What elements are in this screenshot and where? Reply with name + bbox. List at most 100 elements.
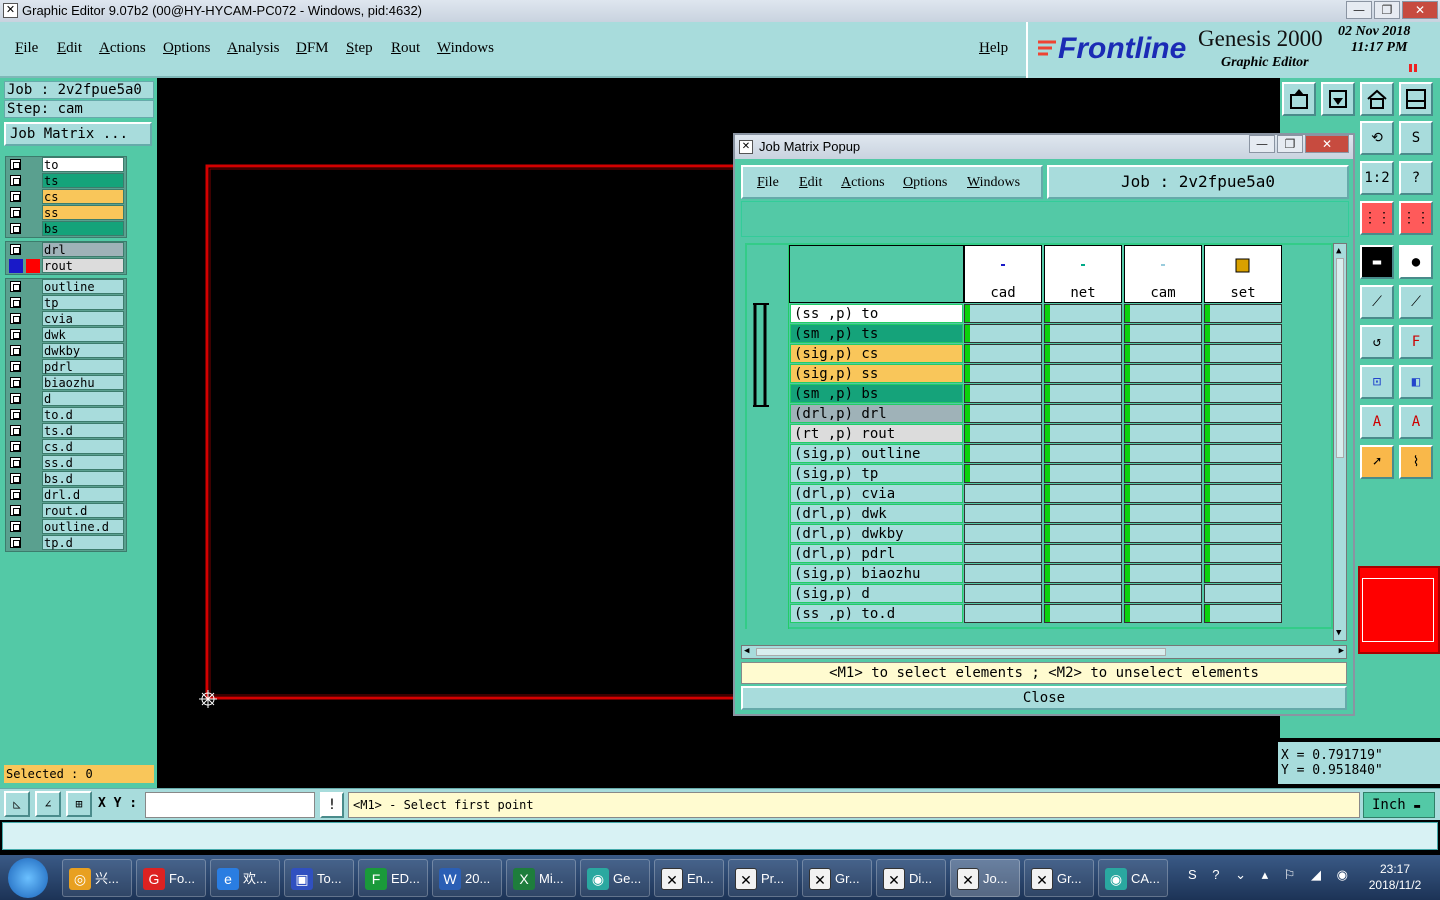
taskbar-item[interactable]: ◉ Ge... <box>580 859 650 897</box>
popup-menu-options[interactable]: Options <box>903 175 947 191</box>
matrix-cell[interactable] <box>1124 564 1202 583</box>
s-curve-tool-icon[interactable]: S <box>1399 121 1433 155</box>
pan-tool-icon[interactable]: ⊡ <box>1360 365 1394 399</box>
layer-name[interactable]: rout <box>42 258 124 273</box>
matrix-cell[interactable] <box>1204 364 1282 383</box>
angle-icon[interactable]: ∠ <box>35 791 61 817</box>
matrix-cell[interactable] <box>1044 444 1122 463</box>
matrix-row[interactable]: (sm ,p) bs <box>747 383 1283 403</box>
matrix-cell[interactable] <box>1044 384 1122 403</box>
undo-tool-icon[interactable]: ⟲ <box>1360 121 1394 155</box>
menu-actions[interactable]: Actions <box>99 40 146 57</box>
matrix-cell[interactable] <box>964 384 1042 403</box>
matrix-cell[interactable] <box>1044 424 1122 443</box>
matrix-cell[interactable] <box>964 304 1042 323</box>
matrix-cell[interactable] <box>1044 324 1122 343</box>
command-line[interactable] <box>2 822 1438 850</box>
layer-checkbox[interactable] <box>10 425 21 436</box>
matrix-layer-label[interactable]: (rt ,p) rout <box>790 424 963 443</box>
layer-row[interactable]: drl.d <box>6 487 126 503</box>
matrix-cell[interactable] <box>1124 524 1202 543</box>
menu-analysis[interactable]: Analysis <box>227 40 280 57</box>
measure-tool-icon[interactable]: A <box>1360 405 1394 439</box>
layer-row[interactable]: ss <box>6 205 126 221</box>
arc-tool-icon[interactable]: ↺ <box>1360 325 1394 359</box>
layer-checkbox[interactable] <box>10 409 21 420</box>
matrix-cell[interactable] <box>1204 324 1282 343</box>
matrix-cell[interactable] <box>1044 344 1122 363</box>
taskbar-item[interactable]: ◉ CA... <box>1098 859 1168 897</box>
layer-checkbox[interactable] <box>10 191 21 202</box>
layer-name[interactable]: drl.d <box>42 487 124 502</box>
save-tool-icon[interactable] <box>1321 82 1355 116</box>
matrix-row[interactable]: (rt ,p) rout <box>747 423 1283 443</box>
shapes-tool-icon[interactable]: ◧ <box>1399 365 1433 399</box>
matrix-cell[interactable] <box>964 364 1042 383</box>
taskbar-item[interactable]: ✕ Gr... <box>802 859 872 897</box>
matrix-cell[interactable] <box>1044 304 1122 323</box>
taskbar-item[interactable]: F ED... <box>358 859 428 897</box>
popup-menu-actions[interactable]: Actions <box>841 175 885 191</box>
matrix-cell[interactable] <box>1204 564 1282 583</box>
step-column-cad[interactable]: cad <box>964 245 1042 303</box>
matrix-cell[interactable] <box>964 444 1042 463</box>
layer-name[interactable]: to <box>42 157 124 172</box>
layer-checkbox[interactable] <box>10 505 21 516</box>
layer-row[interactable]: rout <box>6 258 126 274</box>
taskbar-item[interactable]: ✕ Jo... <box>950 859 1020 897</box>
layer-checkbox[interactable] <box>10 313 21 324</box>
matrix-row[interactable]: (sig,p) cs <box>747 343 1283 363</box>
matrix-cell[interactable] <box>964 404 1042 423</box>
layer-name[interactable]: ts.d <box>42 423 124 438</box>
layer-checkbox[interactable] <box>10 207 21 218</box>
layer-name[interactable]: rout.d <box>42 503 124 518</box>
layer-name[interactable]: bs <box>42 221 124 236</box>
route-tool-icon[interactable]: ⌇ <box>1399 445 1433 479</box>
popup-close-x-button[interactable]: ✕ <box>1305 135 1349 153</box>
matrix-cell[interactable] <box>1124 584 1202 603</box>
matrix-cell[interactable] <box>1044 604 1122 623</box>
step-column-cam[interactable]: cam <box>1124 245 1202 303</box>
matrix-cell[interactable] <box>964 424 1042 443</box>
matrix-cell[interactable] <box>1204 304 1282 323</box>
matrix-cell[interactable] <box>1124 444 1202 463</box>
matrix-cell[interactable] <box>964 524 1042 543</box>
layer-row[interactable]: outline.d <box>6 519 126 535</box>
matrix-cell[interactable] <box>1204 384 1282 403</box>
matrix-layer-label[interactable]: (drl,p) pdrl <box>790 544 963 563</box>
menu-help[interactable]: Help <box>979 40 1008 57</box>
matrix-cell[interactable] <box>964 464 1042 483</box>
window-tool-icon[interactable] <box>1399 82 1433 116</box>
matrix-cell[interactable] <box>1044 484 1122 503</box>
layer-name[interactable]: dwk <box>42 327 124 342</box>
layer-row[interactable]: dwkby <box>6 343 126 359</box>
layer-row[interactable]: tp.d <box>6 535 126 551</box>
scroll-left-icon[interactable]: ◀ <box>744 646 749 656</box>
close-button[interactable]: ✕ <box>1402 1 1438 19</box>
layer-row[interactable]: rout.d <box>6 503 126 519</box>
layer-checkbox[interactable] <box>10 345 21 356</box>
scroll-up-icon[interactable]: ▲ <box>1336 246 1341 256</box>
layer-checkbox[interactable] <box>10 297 21 308</box>
matrix-cell[interactable] <box>964 504 1042 523</box>
matrix-row[interactable]: (drl,p) dwkby <box>747 523 1283 543</box>
layer-checkbox[interactable] <box>10 175 21 186</box>
menu-rout[interactable]: Rout <box>391 40 420 57</box>
matrix-cell[interactable] <box>1044 544 1122 563</box>
popup-menu-file[interactable]: File <box>757 175 779 191</box>
alert-icon[interactable]: ! <box>320 792 344 818</box>
menu-step[interactable]: Step <box>346 40 373 57</box>
layer-name[interactable]: cvia <box>42 311 124 326</box>
matrix-layer-label[interactable]: (sig,p) outline <box>790 444 963 463</box>
taskbar-item[interactable]: ◎ 兴... <box>62 859 132 897</box>
popup-close-button[interactable]: Close <box>741 686 1347 710</box>
matrix-cell[interactable] <box>1204 444 1282 463</box>
matrix-cell[interactable] <box>964 584 1042 603</box>
layer-row[interactable]: biaozhu <box>6 375 126 391</box>
layer-row[interactable]: outline <box>6 279 126 295</box>
matrix-layer-label[interactable]: (sm ,p) bs <box>790 384 963 403</box>
popup-menu-edit[interactable]: Edit <box>799 175 822 191</box>
matrix-cell[interactable] <box>1204 544 1282 563</box>
xy-input[interactable] <box>145 792 315 818</box>
matrix-cell[interactable] <box>1044 564 1122 583</box>
